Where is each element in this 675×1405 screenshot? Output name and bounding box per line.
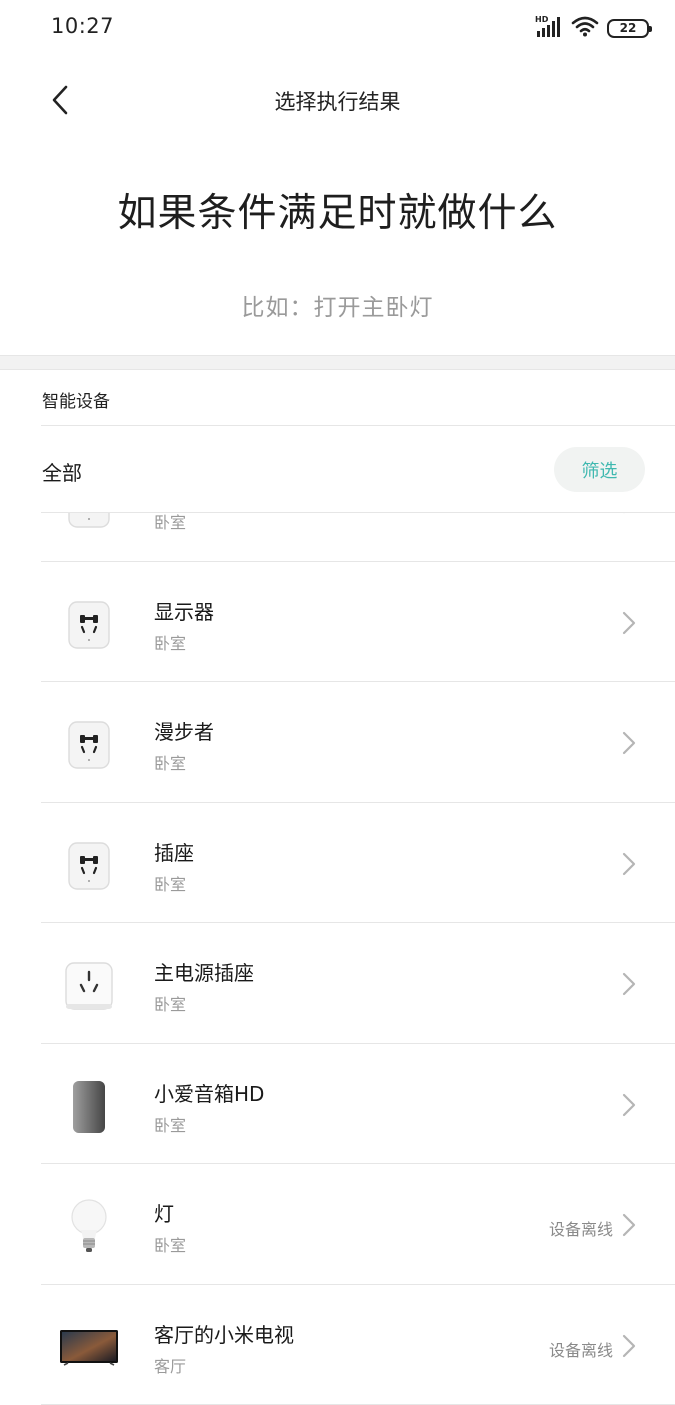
device-row[interactable]: 灯卧室 设备离线 xyxy=(0,1164,675,1285)
hd-signal-icon: HD xyxy=(535,14,563,42)
device-status: 设备离线 xyxy=(548,1340,613,1360)
device-room: 卧室 xyxy=(154,874,187,894)
status-time: 10:27 xyxy=(51,14,115,38)
section-separator xyxy=(0,355,675,370)
divider xyxy=(41,425,675,426)
smart-plug-icon xyxy=(58,513,120,535)
chevron-right-icon xyxy=(621,513,637,514)
power-strip-icon xyxy=(58,955,120,1017)
hero-subtitle: 比如：打开主卧灯 xyxy=(241,295,434,321)
device-room: 客厅 xyxy=(154,1356,187,1376)
device-list-viewport[interactable]: 卧室 显示器 卧室 漫步者 卧室 插座 卧室 主电源插座 卧室 小爱音箱HD 卧室灯卧室 设备离线 客厅… xyxy=(0,513,675,1405)
device-name: 小爱音箱HD xyxy=(154,1081,265,1106)
wifi-icon xyxy=(571,15,599,41)
battery-icon: 22 xyxy=(607,18,652,38)
tv-icon xyxy=(58,1317,120,1379)
device-name: 灯 xyxy=(154,1202,174,1226)
chevron-right-icon xyxy=(621,731,637,755)
device-row[interactable]: 客厅的小米电视客厅 设备离线 xyxy=(0,1285,675,1405)
status-icons: HD 22 xyxy=(535,14,652,42)
smart-plug-icon xyxy=(58,835,120,897)
filter-all-label[interactable]: 全部 xyxy=(42,457,82,486)
device-name: 客厅的小米电视 xyxy=(154,1322,294,1347)
smart-plug-icon xyxy=(58,714,120,776)
device-row[interactable]: 漫步者 卧室 xyxy=(0,682,675,803)
device-room: 卧室 xyxy=(154,754,187,773)
section-label: 智能设备 xyxy=(42,392,110,412)
filter-button[interactable]: 筛选 xyxy=(554,447,645,492)
chevron-right-icon xyxy=(621,1213,637,1237)
chevron-right-icon xyxy=(621,1093,637,1117)
chevron-right-icon xyxy=(621,852,637,876)
nav-bar: 选择执行结果 xyxy=(0,70,675,130)
chevron-right-icon xyxy=(621,611,637,635)
device-room: 卧室 xyxy=(154,1115,187,1135)
device-room: 卧室 xyxy=(154,995,187,1014)
chevron-right-icon xyxy=(621,972,637,996)
status-bar: 10:27 HD 22 xyxy=(0,0,675,56)
chevron-right-icon xyxy=(621,1334,637,1358)
light-bulb-icon xyxy=(58,1196,120,1258)
device-row[interactable]: 显示器 卧室 xyxy=(0,562,675,682)
device-row[interactable]: 主电源插座 卧室 xyxy=(0,923,675,1044)
speaker-icon xyxy=(58,1076,120,1138)
svg-text:HD: HD xyxy=(535,15,549,24)
device-room: 卧室 xyxy=(154,513,187,532)
device-room: 卧室 xyxy=(154,1236,187,1255)
device-row[interactable]: 卧室 xyxy=(0,513,675,562)
device-row[interactable]: 插座 卧室 xyxy=(0,803,675,923)
page-title: 选择执行结果 xyxy=(274,90,401,114)
hero-title: 如果条件满足时就做什么 xyxy=(117,191,558,236)
device-name: 漫步者 xyxy=(154,720,214,744)
device-row[interactable]: 小爱音箱HD 卧室 xyxy=(0,1044,675,1164)
device-list: 卧室 显示器 卧室 漫步者 卧室 插座 卧室 主电源插座 卧室 小爱音箱HD 卧室灯卧室 设备离线 客厅… xyxy=(0,513,675,1405)
device-status: 设备离线 xyxy=(548,1220,613,1239)
device-room: 卧室 xyxy=(154,633,187,653)
device-name: 插座 xyxy=(154,840,194,865)
device-name: 显示器 xyxy=(154,599,214,624)
smart-plug-icon xyxy=(58,594,120,656)
device-name: 主电源插座 xyxy=(154,961,254,985)
